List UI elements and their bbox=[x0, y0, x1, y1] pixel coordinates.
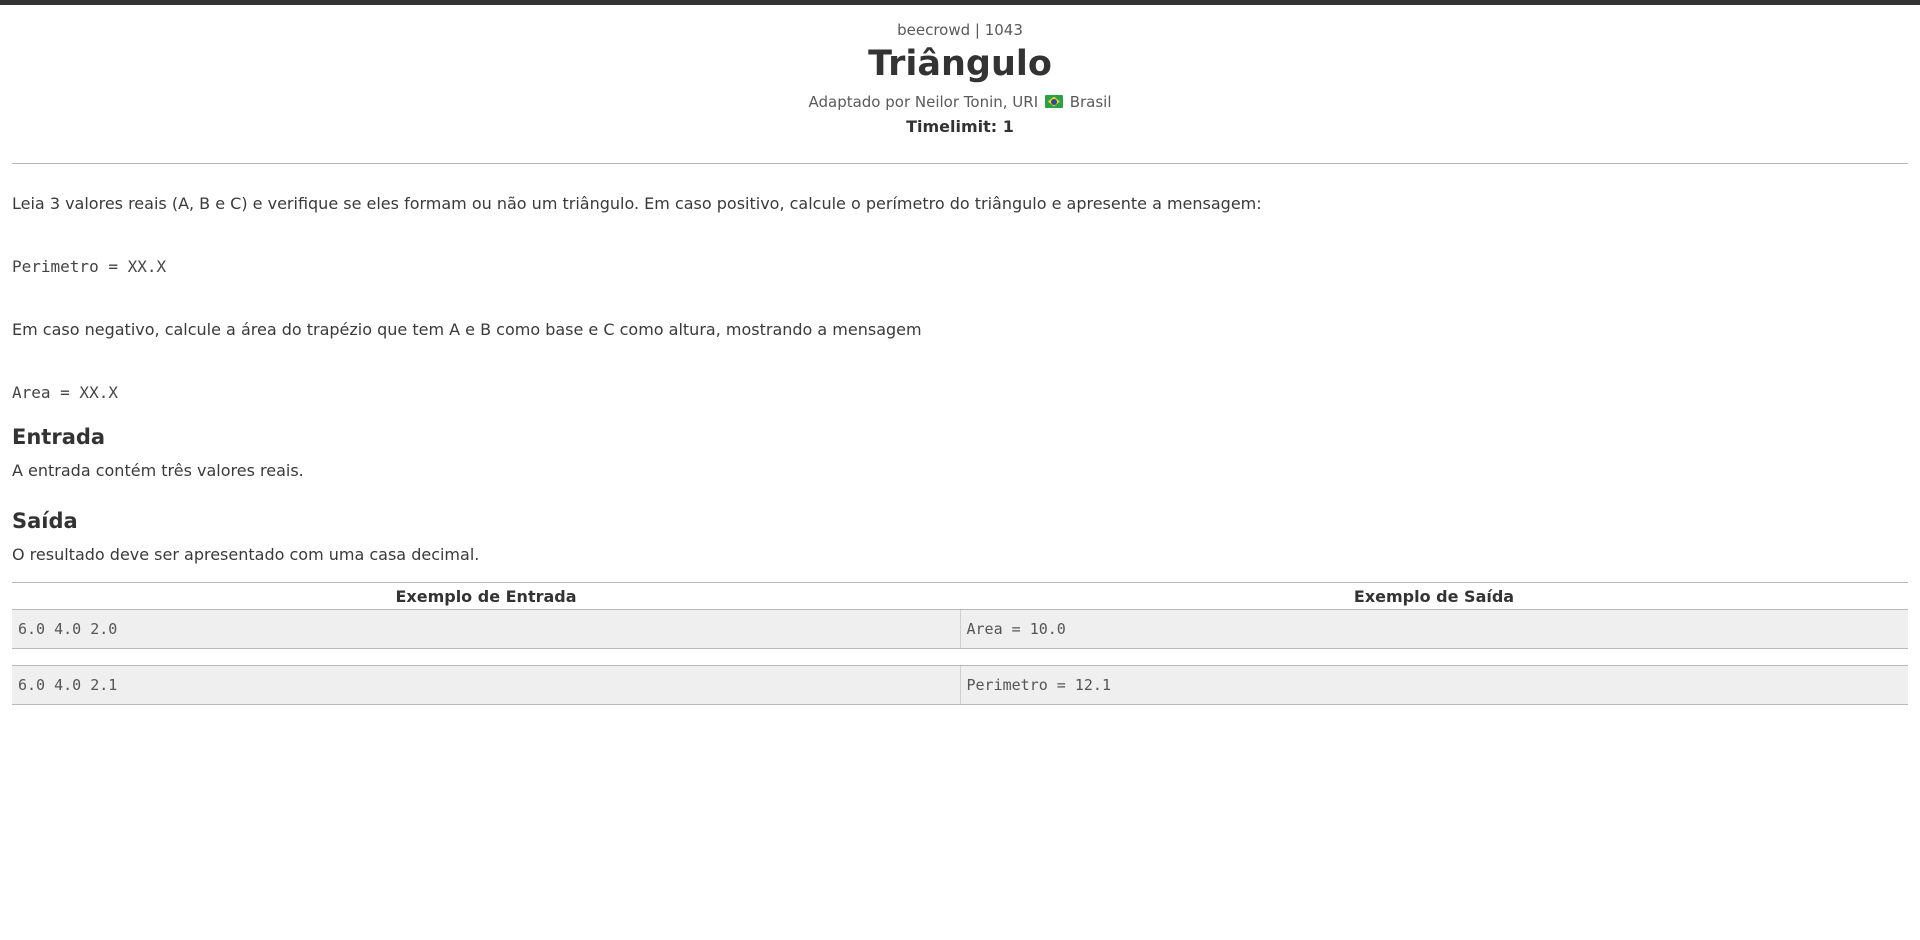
sample-output-cell: Area = 10.0 bbox=[960, 609, 1908, 649]
description-paragraph: Leia 3 valores reais (A, B e C) e verifi… bbox=[12, 194, 1262, 213]
brazil-flag-icon bbox=[1044, 95, 1063, 108]
samples-table: Exemplo de Entrada Exemplo de Saída 6.0 … bbox=[12, 582, 1908, 705]
problem-title: Triângulo bbox=[868, 44, 1052, 84]
input-section-text: A entrada contém três valores reais. bbox=[12, 461, 304, 480]
sample-input-cell: 6.0 4.0 2.1 bbox=[12, 665, 961, 705]
header-divider bbox=[12, 163, 1908, 164]
perimeter-format: Perimetro = XX.X bbox=[12, 257, 167, 276]
timelimit: Timelimit: 1 bbox=[906, 117, 1014, 136]
description-paragraph: Em caso negativo, calcule a área do trap… bbox=[12, 320, 922, 339]
sample-row-spacer bbox=[12, 648, 1908, 666]
output-section-text: O resultado deve ser apresentado com uma… bbox=[12, 545, 480, 564]
country-text: Brasil bbox=[1069, 93, 1112, 111]
sample-row: 6.0 4.0 2.0 Area = 10.0 bbox=[12, 609, 1908, 649]
problem-description: Leia 3 valores reais (A, B e C) e verifi… bbox=[12, 193, 1908, 566]
problem-page: beecrowd | 1043 Triângulo Adaptado por N… bbox=[0, 20, 1920, 705]
top-bar bbox=[0, 0, 1920, 5]
sample-output-header: Exemplo de Saída bbox=[960, 582, 1908, 610]
problem-header: beecrowd | 1043 Triângulo Adaptado por N… bbox=[12, 20, 1908, 137]
sample-input-header: Exemplo de Entrada bbox=[12, 582, 960, 610]
sample-output-cell: Perimetro = 12.1 bbox=[960, 665, 1908, 705]
output-section-title: Saída bbox=[12, 509, 78, 533]
author-line: Adaptado por Neilor Tonin, URI Brasil bbox=[12, 92, 1908, 112]
site-id-line: beecrowd | 1043 bbox=[897, 21, 1023, 39]
area-format: Area = XX.X bbox=[12, 383, 118, 402]
sample-row: 6.0 4.0 2.1 Perimetro = 12.1 bbox=[12, 665, 1908, 705]
author-text: Adaptado por Neilor Tonin, URI bbox=[808, 93, 1039, 111]
sample-input-cell: 6.0 4.0 2.0 bbox=[12, 609, 961, 649]
input-section-title: Entrada bbox=[12, 425, 106, 449]
